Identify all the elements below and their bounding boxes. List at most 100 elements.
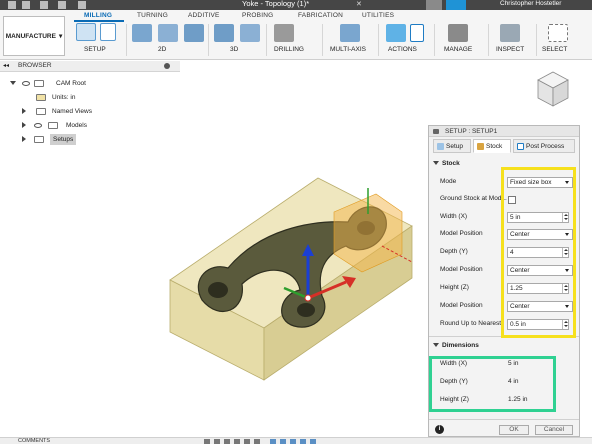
model-position-y-label: Model Position	[440, 266, 483, 273]
group-3d[interactable]: 3D	[230, 46, 238, 53]
mode-label: Mode	[440, 178, 457, 185]
2d-contour-icon[interactable]	[184, 24, 204, 42]
dialog-grip-icon	[433, 129, 439, 134]
group-multi-axis[interactable]: MULTI-AXIS	[330, 46, 366, 53]
nc-program-icon[interactable]	[100, 23, 116, 41]
user-name[interactable]: Christopher Hostetler	[500, 0, 561, 8]
collapse-caret-icon	[433, 161, 439, 166]
comments-label[interactable]: COMMENTS	[18, 438, 50, 444]
origin-point	[304, 294, 312, 302]
visibility-eye-icon[interactable]	[34, 123, 42, 128]
stock-tab-icon	[477, 143, 484, 150]
tab-additive[interactable]: ADDITIVE	[188, 12, 220, 19]
tree-item-models[interactable]: Models	[22, 120, 132, 131]
group-actions[interactable]: ACTIONS	[388, 46, 417, 53]
depth-label: Depth (Y)	[440, 248, 468, 255]
visibility-eye-icon[interactable]	[22, 81, 30, 86]
tab-fabrication[interactable]: FABRICATION	[298, 12, 343, 19]
tree-item-units[interactable]: Units: in	[36, 92, 136, 103]
folder-icon	[48, 122, 58, 129]
expand-arrow-icon[interactable]	[10, 81, 16, 85]
app-menu-icon[interactable]	[8, 1, 16, 9]
close-document-icon[interactable]: ✕	[356, 0, 362, 9]
yoke-bore-left	[208, 282, 228, 298]
multi-axis-icon[interactable]	[340, 24, 360, 42]
units-icon	[36, 94, 46, 101]
save-icon[interactable]	[40, 1, 48, 9]
pin-icon[interactable]	[164, 63, 170, 69]
cancel-button[interactable]: Cancel	[535, 425, 573, 435]
job-status-button[interactable]	[446, 0, 466, 10]
footer-divider	[429, 419, 579, 420]
group-divider	[378, 24, 379, 56]
tab-label: Post Process	[526, 143, 565, 150]
group-select[interactable]: SELECT	[542, 46, 567, 53]
yoke-bore-bottom	[297, 303, 315, 317]
3d-adaptive-icon[interactable]	[214, 24, 234, 42]
tab-milling[interactable]: MILLING	[84, 12, 112, 19]
select-icon[interactable]	[548, 24, 568, 42]
dialog-titlebar[interactable]: SETUP : SETUP1	[429, 126, 579, 137]
tab-post-process[interactable]: Post Process	[513, 139, 575, 153]
expand-arrow-icon[interactable]	[22, 122, 26, 128]
group-inspect[interactable]: INSPECT	[496, 46, 524, 53]
setup-tab-icon	[437, 143, 444, 150]
info-icon[interactable]: i	[435, 425, 444, 434]
group-divider	[536, 24, 537, 56]
drill-icon[interactable]	[274, 24, 294, 42]
redo-icon[interactable]	[78, 1, 86, 9]
tree-item-label: Units: in	[52, 94, 76, 101]
simulate-icon[interactable]	[386, 24, 406, 42]
tab-probing[interactable]: PROBING	[242, 12, 273, 19]
width-label: Width (X)	[440, 213, 468, 220]
tab-label: Stock	[486, 143, 503, 150]
model-position-z-label: Model Position	[440, 302, 483, 309]
stock-section-header[interactable]: Stock	[433, 160, 460, 167]
group-2d[interactable]: 2D	[158, 46, 166, 53]
view-cube[interactable]	[536, 70, 570, 110]
group-divider	[488, 24, 489, 56]
group-setup[interactable]: SETUP	[84, 46, 106, 53]
ribbon: MANUFACTURE ▾ MILLING TURNING ADDITIVE P…	[0, 10, 592, 60]
expand-arrow-icon[interactable]	[22, 136, 26, 142]
navigation-icons[interactable]	[270, 439, 320, 444]
expand-arrow-icon[interactable]	[22, 108, 26, 114]
section-title: Dimensions	[442, 342, 479, 349]
collapse-panel-icon[interactable]: ◂◂	[3, 62, 9, 69]
new-tab-button[interactable]	[426, 0, 442, 10]
workspace-switcher[interactable]: MANUFACTURE ▾	[3, 16, 65, 56]
file-icon[interactable]	[22, 1, 30, 9]
tool-library-icon[interactable]	[448, 24, 468, 42]
tree-item-setups[interactable]: Setups	[22, 134, 132, 145]
post-process-tab-icon	[517, 143, 524, 150]
2d-pocket-icon[interactable]	[158, 24, 178, 42]
tab-stock[interactable]: Stock	[473, 139, 511, 153]
3d-pocket-icon[interactable]	[240, 24, 260, 42]
folder-icon	[34, 80, 44, 87]
group-manage[interactable]: MANAGE	[444, 46, 472, 53]
stock-inputs-highlight	[501, 167, 576, 338]
measure-icon[interactable]	[500, 24, 520, 42]
tree-item-named-views[interactable]: Named Views	[22, 106, 132, 117]
setup-icon[interactable]	[76, 23, 96, 41]
dimensions-section-header[interactable]: Dimensions	[433, 342, 479, 349]
document-title: Yoke - Topology (1)*	[242, 0, 310, 8]
tab-utilities[interactable]: UTILITIES	[362, 12, 394, 19]
tab-setup[interactable]: Setup	[433, 139, 471, 153]
tree-item-label: Models	[66, 122, 87, 129]
browser-header[interactable]: ◂◂ BROWSER	[0, 61, 180, 72]
tree-item-cam-root[interactable]: CAM Root	[10, 78, 130, 89]
dialog-title: SETUP : SETUP1	[445, 128, 498, 135]
section-title: Stock	[442, 160, 460, 167]
3d-viewport[interactable]	[150, 150, 420, 390]
folder-icon	[34, 136, 44, 143]
2d-adaptive-icon[interactable]	[132, 24, 152, 42]
round-up-label: Round Up to Nearest	[440, 320, 502, 327]
ground-stock-label: Ground Stock at Mod...	[440, 195, 507, 202]
tab-turning[interactable]: TURNING	[137, 12, 168, 19]
ok-button[interactable]: OK	[499, 425, 529, 435]
display-settings-icon[interactable]	[204, 439, 264, 444]
undo-icon[interactable]	[58, 1, 66, 9]
post-process-icon[interactable]	[410, 24, 424, 42]
group-drilling[interactable]: DRILLING	[274, 46, 304, 53]
